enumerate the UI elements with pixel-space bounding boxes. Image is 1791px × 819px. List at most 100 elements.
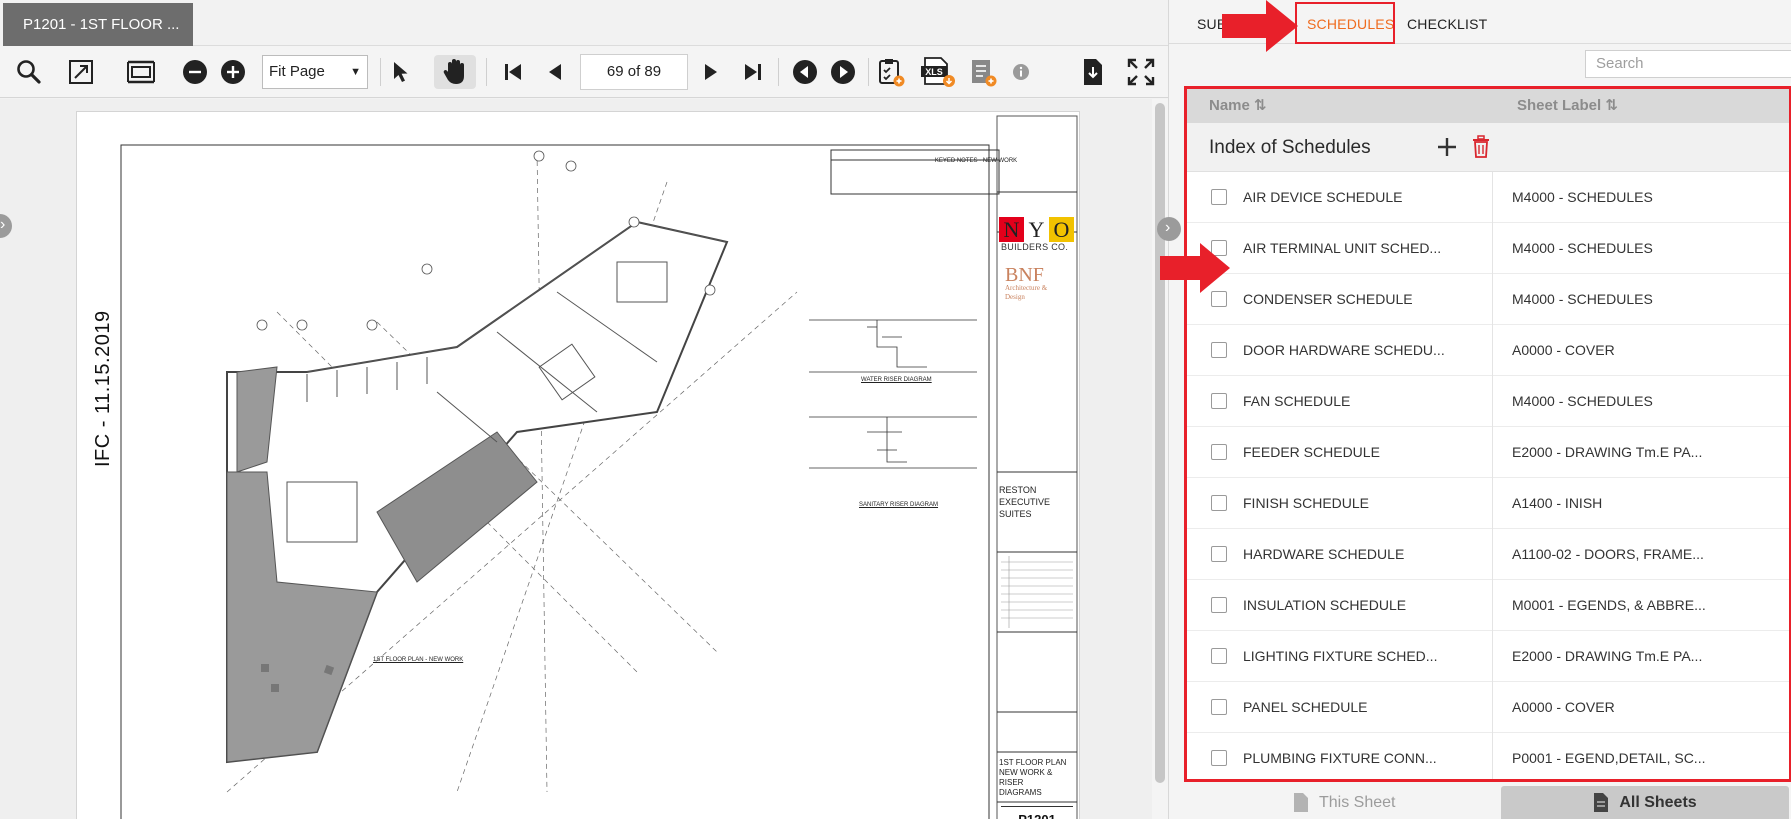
documents-icon xyxy=(1594,793,1609,812)
row-schedule-name[interactable]: PLUMBING FIXTURE CONN... xyxy=(1243,733,1437,779)
table-row[interactable]: DOOR HARDWARE SCHEDU... A0000 - COVER xyxy=(1187,325,1789,376)
search-input[interactable]: Search xyxy=(1585,50,1791,78)
zoom-select[interactable]: Fit Page ▼ xyxy=(262,55,368,89)
last-page-icon[interactable] xyxy=(736,55,770,89)
row-sheet-label[interactable]: A1100-02 - DOORS, FRAME... xyxy=(1512,529,1704,580)
plus-icon[interactable] xyxy=(1433,133,1461,161)
row-sheet-label[interactable]: A0000 - COVER xyxy=(1512,682,1615,733)
table-row[interactable]: FAN SCHEDULE M4000 - SCHEDULES xyxy=(1187,376,1789,427)
export-xls-icon[interactable]: XLS xyxy=(918,55,958,89)
architect-logo: BNF Architecture & Design xyxy=(1005,264,1048,301)
viewer-scrollbar[interactable] xyxy=(1152,99,1168,819)
row-checkbox[interactable] xyxy=(1211,648,1227,664)
toolbar-divider xyxy=(486,58,487,86)
column-header-sheet-label[interactable]: Sheet Label ⇅ xyxy=(1517,89,1618,123)
table-row[interactable]: PLUMBING FIXTURE CONN... P0001 - EGEND,DE… xyxy=(1187,733,1789,779)
row-sheet-label[interactable]: M4000 - SCHEDULES xyxy=(1512,172,1653,223)
trash-icon[interactable] xyxy=(1470,135,1492,159)
panel-collapse-toggle[interactable] xyxy=(1157,217,1181,241)
row-schedule-name[interactable]: PANEL SCHEDULE xyxy=(1243,682,1367,733)
drawing-canvas[interactable]: IFC - 11.15.2019 KEYED NOTES - NEW WORK … xyxy=(0,99,1152,819)
row-checkbox[interactable] xyxy=(1211,699,1227,715)
document-viewer: P1201 - 1ST FLOOR ... Fit Page ▼ 69 of 8… xyxy=(0,0,1168,819)
search-icon[interactable] xyxy=(12,55,46,89)
row-schedule-name[interactable]: FEEDER SCHEDULE xyxy=(1243,427,1380,478)
row-checkbox[interactable] xyxy=(1211,546,1227,562)
row-checkbox[interactable] xyxy=(1211,597,1227,613)
toolbar-divider xyxy=(868,58,869,86)
table-row[interactable]: AIR TERMINAL UNIT SCHED... M4000 - SCHEDU… xyxy=(1187,223,1789,274)
app-window: P1201 - 1ST FLOOR ... Fit Page ▼ 69 of 8… xyxy=(0,0,1791,819)
row-schedule-name[interactable]: DOOR HARDWARE SCHEDU... xyxy=(1243,325,1445,376)
row-sheet-label[interactable]: M0001 - EGENDS, & ABBRE... xyxy=(1512,580,1706,631)
scrollbar-thumb[interactable] xyxy=(1155,103,1165,783)
table-row[interactable]: AIR DEVICE SCHEDULE M4000 - SCHEDULES xyxy=(1187,172,1789,223)
list-header: Name ⇅ Sheet Label ⇅ xyxy=(1187,89,1789,123)
add-checklist-icon[interactable] xyxy=(874,55,908,89)
row-sheet-label[interactable]: E2000 - DRAWING Tm.E PA... xyxy=(1512,631,1702,682)
red-arrow-right-icon xyxy=(1160,243,1230,293)
row-schedule-name[interactable]: AIR TERMINAL UNIT SCHED... xyxy=(1243,223,1441,274)
fit-window-icon[interactable] xyxy=(64,55,98,89)
row-schedule-name[interactable]: FAN SCHEDULE xyxy=(1243,376,1350,427)
pan-hand-icon[interactable] xyxy=(434,55,476,89)
row-schedule-name[interactable]: AIR DEVICE SCHEDULE xyxy=(1243,172,1402,223)
row-checkbox[interactable] xyxy=(1211,393,1227,409)
info-icon[interactable] xyxy=(1004,55,1038,89)
table-row[interactable]: HARDWARE SCHEDULE A1100-02 - DOORS, FRAME… xyxy=(1187,529,1789,580)
tab-checklist[interactable]: CHECKLIST xyxy=(1407,0,1487,44)
row-sheet-label[interactable]: P0001 - EGEND,DETAIL, SC... xyxy=(1512,733,1705,779)
table-row[interactable]: PANEL SCHEDULE A0000 - COVER xyxy=(1187,682,1789,733)
fullscreen-icon[interactable] xyxy=(1124,55,1158,89)
this-sheet-tab[interactable]: This Sheet xyxy=(1293,786,1395,819)
row-schedule-name[interactable]: FINISH SCHEDULE xyxy=(1243,478,1369,529)
table-row[interactable]: INSULATION SCHEDULE M0001 - EGENDS, & ABB… xyxy=(1187,580,1789,631)
table-row[interactable]: CONDENSER SCHEDULE M4000 - SCHEDULES xyxy=(1187,274,1789,325)
project-name: RESTON EXECUTIVE SUITES xyxy=(999,485,1051,519)
column-divider xyxy=(1492,223,1493,274)
row-checkbox[interactable] xyxy=(1211,189,1227,205)
row-sheet-label[interactable]: A0000 - COVER xyxy=(1512,325,1615,376)
table-row[interactable]: FINISH SCHEDULE A1400 - INISH xyxy=(1187,478,1789,529)
zoom-in-icon[interactable] xyxy=(216,55,250,89)
all-sheets-tab[interactable]: All Sheets xyxy=(1501,786,1789,819)
document-tab[interactable]: P1201 - 1ST FLOOR ... xyxy=(3,3,193,46)
column-divider xyxy=(1492,274,1493,325)
table-row[interactable]: LIGHTING FIXTURE SCHED... E2000 - DRAWING… xyxy=(1187,631,1789,682)
page-number-input[interactable]: 69 of 89 xyxy=(580,54,688,90)
row-sheet-label[interactable]: A1400 - INISH xyxy=(1512,478,1602,529)
column-divider xyxy=(1492,631,1493,682)
row-sheet-label[interactable]: M4000 - SCHEDULES xyxy=(1512,223,1653,274)
back-circle-icon[interactable] xyxy=(788,55,822,89)
table-row[interactable]: FEEDER SCHEDULE E2000 - DRAWING Tm.E PA..… xyxy=(1187,427,1789,478)
toolbar-divider xyxy=(778,58,779,86)
row-sheet-label[interactable]: M4000 - SCHEDULES xyxy=(1512,376,1653,427)
row-checkbox[interactable] xyxy=(1211,291,1227,307)
row-checkbox[interactable] xyxy=(1211,495,1227,511)
row-checkbox[interactable] xyxy=(1211,342,1227,358)
forward-circle-icon[interactable] xyxy=(826,55,860,89)
viewer-toolbar: Fit Page ▼ 69 of 89 XLS xyxy=(0,46,1168,98)
builder-name: BUILDERS CO. xyxy=(1001,242,1069,252)
row-sheet-label[interactable]: E2000 - DRAWING Tm.E PA... xyxy=(1512,427,1702,478)
row-checkbox[interactable] xyxy=(1211,444,1227,460)
row-schedule-name[interactable]: CONDENSER SCHEDULE xyxy=(1243,274,1413,325)
column-divider xyxy=(1492,172,1493,223)
row-schedule-name[interactable]: LIGHTING FIXTURE SCHED... xyxy=(1243,631,1437,682)
add-report-icon[interactable] xyxy=(966,55,1000,89)
row-schedule-name[interactable]: INSULATION SCHEDULE xyxy=(1243,580,1406,631)
zoom-out-icon[interactable] xyxy=(178,55,212,89)
column-header-name[interactable]: Name ⇅ xyxy=(1209,89,1267,123)
row-schedule-name[interactable]: HARDWARE SCHEDULE xyxy=(1243,529,1404,580)
next-page-icon[interactable] xyxy=(694,55,728,89)
column-divider xyxy=(1492,478,1493,529)
red-arrow-right-icon xyxy=(1222,0,1298,52)
row-sheet-label[interactable]: M4000 - SCHEDULES xyxy=(1512,274,1653,325)
first-page-icon[interactable] xyxy=(496,55,530,89)
sheet-download-icon[interactable] xyxy=(1076,55,1110,89)
select-arrow-icon[interactable] xyxy=(384,55,418,89)
fit-width-icon[interactable] xyxy=(124,55,158,89)
row-checkbox[interactable] xyxy=(1211,750,1227,766)
group-title: Index of Schedules xyxy=(1209,137,1371,158)
previous-page-icon[interactable] xyxy=(538,55,572,89)
